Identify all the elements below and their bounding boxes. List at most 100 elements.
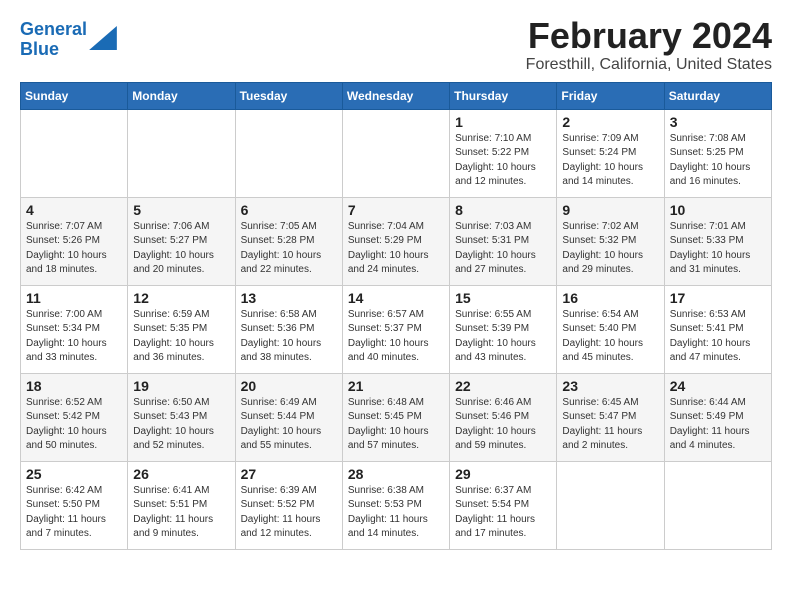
- day-info: Sunrise: 6:49 AMSunset: 5:44 PMDaylight:…: [241, 396, 337, 454]
- calendar-cell: 26 Sunrise: 6:41 AMSunset: 5:51 PMDayligh…: [128, 461, 235, 549]
- day-number: 7: [348, 202, 444, 218]
- day-info: Sunrise: 7:04 AMSunset: 5:29 PMDaylight:…: [348, 220, 444, 278]
- day-info: Sunrise: 6:39 AMSunset: 5:52 PMDaylight:…: [241, 484, 337, 542]
- calendar-cell: 5 Sunrise: 7:06 AMSunset: 5:27 PMDaylight…: [128, 197, 235, 285]
- day-number: 16: [562, 290, 658, 306]
- calendar-cell: 4 Sunrise: 7:07 AMSunset: 5:26 PMDaylight…: [21, 197, 128, 285]
- day-info: Sunrise: 7:00 AMSunset: 5:34 PMDaylight:…: [26, 308, 122, 366]
- day-info: Sunrise: 7:09 AMSunset: 5:24 PMDaylight:…: [562, 132, 658, 190]
- day-info: Sunrise: 7:08 AMSunset: 5:25 PMDaylight:…: [670, 132, 766, 190]
- day-number: 25: [26, 466, 122, 482]
- calendar-cell: 7 Sunrise: 7:04 AMSunset: 5:29 PMDaylight…: [342, 197, 449, 285]
- day-number: 24: [670, 378, 766, 394]
- day-number: 18: [26, 378, 122, 394]
- day-info: Sunrise: 6:42 AMSunset: 5:50 PMDaylight:…: [26, 484, 122, 542]
- calendar-cell: 22Sunrise: 6:46 AMSunset: 5:46 PMDayligh…: [450, 373, 557, 461]
- day-number: 12: [133, 290, 229, 306]
- calendar-cell: [557, 461, 664, 549]
- header: General Blue February 2024 Foresthill, C…: [20, 16, 772, 74]
- calendar-cell: [664, 461, 771, 549]
- day-info: Sunrise: 7:10 AMSunset: 5:22 PMDaylight:…: [455, 132, 551, 190]
- day-number: 2: [562, 114, 658, 130]
- day-info: Sunrise: 7:02 AMSunset: 5:32 PMDaylight:…: [562, 220, 658, 278]
- day-info: Sunrise: 6:55 AMSunset: 5:39 PMDaylight:…: [455, 308, 551, 366]
- day-info: Sunrise: 6:52 AMSunset: 5:42 PMDaylight:…: [26, 396, 122, 454]
- calendar-week-row: 11 Sunrise: 7:00 AMSunset: 5:34 PMDayligh…: [21, 285, 772, 373]
- day-info: Sunrise: 6:54 AMSunset: 5:40 PMDaylight:…: [562, 308, 658, 366]
- calendar-cell: 18 Sunrise: 6:52 AMSunset: 5:42 PMDayligh…: [21, 373, 128, 461]
- day-info: Sunrise: 7:07 AMSunset: 5:26 PMDaylight:…: [26, 220, 122, 278]
- calendar-cell: 3 Sunrise: 7:08 AMSunset: 5:25 PMDaylight…: [664, 109, 771, 197]
- calendar-cell: 11 Sunrise: 7:00 AMSunset: 5:34 PMDayligh…: [21, 285, 128, 373]
- calendar-body: 1 Sunrise: 7:10 AMSunset: 5:22 PMDaylight…: [21, 109, 772, 549]
- calendar-cell: [342, 109, 449, 197]
- day-number: 19: [133, 378, 229, 394]
- day-number: 10: [670, 202, 766, 218]
- calendar-cell: 1 Sunrise: 7:10 AMSunset: 5:22 PMDaylight…: [450, 109, 557, 197]
- day-number: 22: [455, 378, 551, 394]
- day-info: Sunrise: 7:01 AMSunset: 5:33 PMDaylight:…: [670, 220, 766, 278]
- calendar-week-row: 1 Sunrise: 7:10 AMSunset: 5:22 PMDaylight…: [21, 109, 772, 197]
- calendar-cell: 29Sunrise: 6:37 AMSunset: 5:54 PMDayligh…: [450, 461, 557, 549]
- day-info: Sunrise: 6:44 AMSunset: 5:49 PMDaylight:…: [670, 396, 766, 454]
- weekday-header: Wednesday: [342, 82, 449, 109]
- day-info: Sunrise: 7:03 AMSunset: 5:31 PMDaylight:…: [455, 220, 551, 278]
- calendar-cell: 20 Sunrise: 6:49 AMSunset: 5:44 PMDayligh…: [235, 373, 342, 461]
- day-number: 1: [455, 114, 551, 130]
- day-number: 21: [348, 378, 444, 394]
- day-number: 13: [241, 290, 337, 306]
- calendar-cell: 24 Sunrise: 6:44 AMSunset: 5:49 PMDayligh…: [664, 373, 771, 461]
- day-number: 3: [670, 114, 766, 130]
- weekday-header: Sunday: [21, 82, 128, 109]
- calendar-cell: 14 Sunrise: 6:57 AMSunset: 5:37 PMDayligh…: [342, 285, 449, 373]
- calendar-cell: 17 Sunrise: 6:53 AMSunset: 5:41 PMDayligh…: [664, 285, 771, 373]
- calendar-cell: [128, 109, 235, 197]
- calendar-cell: 28Sunrise: 6:38 AMSunset: 5:53 PMDayligh…: [342, 461, 449, 549]
- day-number: 5: [133, 202, 229, 218]
- weekday-header: Friday: [557, 82, 664, 109]
- day-info: Sunrise: 6:38 AMSunset: 5:53 PMDaylight:…: [348, 484, 444, 542]
- calendar-cell: 12 Sunrise: 6:59 AMSunset: 5:35 PMDayligh…: [128, 285, 235, 373]
- calendar-cell: 21Sunrise: 6:48 AMSunset: 5:45 PMDayligh…: [342, 373, 449, 461]
- calendar-cell: 19 Sunrise: 6:50 AMSunset: 5:43 PMDayligh…: [128, 373, 235, 461]
- calendar-subtitle: Foresthill, California, United States: [526, 56, 772, 74]
- day-info: Sunrise: 6:58 AMSunset: 5:36 PMDaylight:…: [241, 308, 337, 366]
- day-number: 20: [241, 378, 337, 394]
- day-number: 4: [26, 202, 122, 218]
- calendar-cell: 27 Sunrise: 6:39 AMSunset: 5:52 PMDayligh…: [235, 461, 342, 549]
- day-info: Sunrise: 6:41 AMSunset: 5:51 PMDaylight:…: [133, 484, 229, 542]
- logo: General Blue: [20, 20, 117, 60]
- calendar-week-row: 18 Sunrise: 6:52 AMSunset: 5:42 PMDayligh…: [21, 373, 772, 461]
- calendar-table: SundayMondayTuesdayWednesdayThursdayFrid…: [20, 82, 772, 550]
- day-info: Sunrise: 6:50 AMSunset: 5:43 PMDaylight:…: [133, 396, 229, 454]
- day-number: 14: [348, 290, 444, 306]
- day-number: 11: [26, 290, 122, 306]
- calendar-cell: [21, 109, 128, 197]
- calendar-cell: 6 Sunrise: 7:05 AMSunset: 5:28 PMDaylight…: [235, 197, 342, 285]
- day-number: 17: [670, 290, 766, 306]
- calendar-cell: 9 Sunrise: 7:02 AMSunset: 5:32 PMDaylight…: [557, 197, 664, 285]
- day-number: 9: [562, 202, 658, 218]
- weekday-header: Tuesday: [235, 82, 342, 109]
- day-number: 29: [455, 466, 551, 482]
- calendar-cell: 23Sunrise: 6:45 AMSunset: 5:47 PMDayligh…: [557, 373, 664, 461]
- day-number: 8: [455, 202, 551, 218]
- calendar-cell: 13 Sunrise: 6:58 AMSunset: 5:36 PMDayligh…: [235, 285, 342, 373]
- day-info: Sunrise: 6:59 AMSunset: 5:35 PMDaylight:…: [133, 308, 229, 366]
- calendar-cell: 15Sunrise: 6:55 AMSunset: 5:39 PMDayligh…: [450, 285, 557, 373]
- weekday-header: Saturday: [664, 82, 771, 109]
- calendar-cell: [235, 109, 342, 197]
- logo-text: General Blue: [20, 20, 87, 60]
- weekday-header: Thursday: [450, 82, 557, 109]
- day-info: Sunrise: 6:45 AMSunset: 5:47 PMDaylight:…: [562, 396, 658, 454]
- day-info: Sunrise: 7:06 AMSunset: 5:27 PMDaylight:…: [133, 220, 229, 278]
- calendar-week-row: 4 Sunrise: 7:07 AMSunset: 5:26 PMDaylight…: [21, 197, 772, 285]
- logo-icon: [89, 26, 117, 50]
- day-info: Sunrise: 6:57 AMSunset: 5:37 PMDaylight:…: [348, 308, 444, 366]
- day-info: Sunrise: 6:53 AMSunset: 5:41 PMDaylight:…: [670, 308, 766, 366]
- day-number: 6: [241, 202, 337, 218]
- calendar-week-row: 25 Sunrise: 6:42 AMSunset: 5:50 PMDayligh…: [21, 461, 772, 549]
- day-number: 26: [133, 466, 229, 482]
- day-number: 27: [241, 466, 337, 482]
- day-info: Sunrise: 7:05 AMSunset: 5:28 PMDaylight:…: [241, 220, 337, 278]
